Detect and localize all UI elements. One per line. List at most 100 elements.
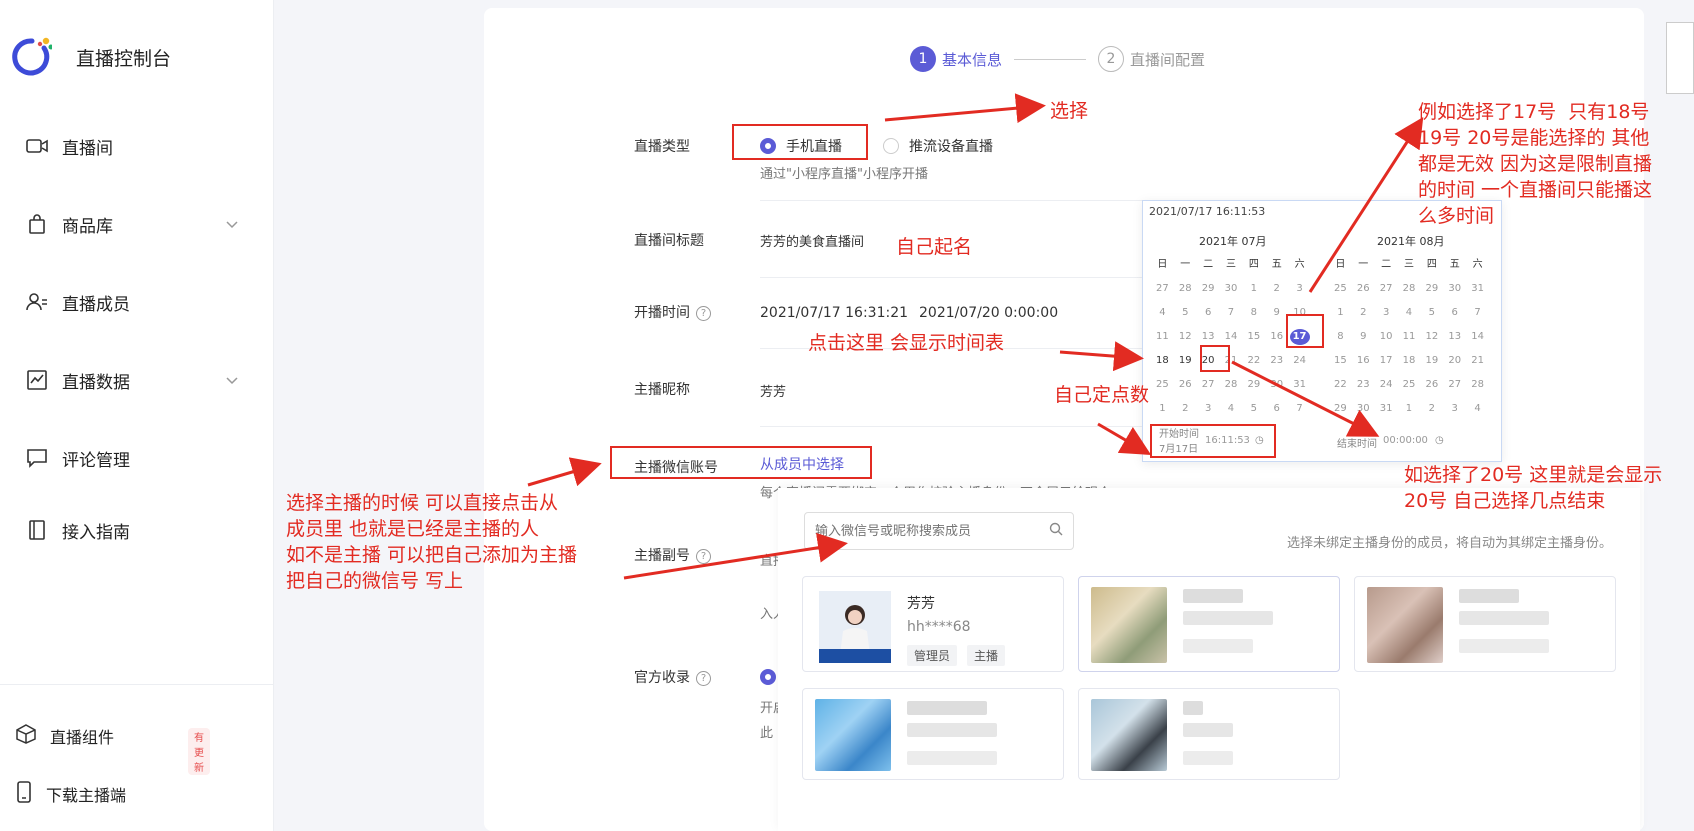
sidebar-item-members[interactable]: 直播成员 — [26, 282, 240, 322]
calendar-day[interactable]: 4 — [1151, 305, 1174, 321]
room-title-value[interactable]: 芳芳的美食直播间 — [760, 231, 864, 250]
help-icon[interactable]: ? — [696, 670, 711, 686]
calendar-day[interactable]: 26 — [1420, 377, 1443, 393]
calendar-day[interactable]: 6 — [1265, 401, 1288, 417]
calendar-day[interactable]: 27 — [1197, 377, 1220, 393]
sidebar-item-live-components[interactable]: 直播组件 有更新 — [16, 718, 210, 775]
calendar-day[interactable]: 1 — [1242, 281, 1265, 297]
calendar-day[interactable]: 24 — [1288, 353, 1311, 369]
calendar-day[interactable]: 25 — [1151, 377, 1174, 393]
anchor-nick-value[interactable]: 芳芳 — [760, 381, 786, 400]
calendar-day[interactable]: 5 — [1420, 305, 1443, 321]
calendar-day[interactable]: 18 — [1398, 353, 1421, 369]
calendar-day[interactable]: 2 — [1420, 401, 1443, 417]
calendar-day[interactable]: 3 — [1288, 281, 1311, 297]
member-card-blurred[interactable] — [1078, 576, 1340, 672]
member-card-blurred[interactable] — [1078, 688, 1340, 780]
search-icon[interactable] — [1049, 522, 1063, 540]
calendar-day[interactable]: 30 — [1443, 281, 1466, 297]
chevron-down-icon[interactable] — [224, 216, 240, 232]
calendar-day[interactable]: 19 — [1174, 353, 1197, 369]
calendar-day[interactable]: 11 — [1151, 329, 1174, 345]
calendar-day[interactable]: 6 — [1197, 305, 1220, 321]
calendar-day[interactable]: 25 — [1329, 281, 1352, 297]
calendar-day[interactable]: 2 — [1352, 305, 1375, 321]
calendar-day[interactable]: 21 — [1466, 353, 1489, 369]
member-card[interactable]: 芳芳 hh****68 管理员 主播 — [802, 576, 1064, 672]
calendar-day[interactable]: 30 — [1220, 281, 1243, 297]
calendar-day[interactable]: 5 — [1242, 401, 1265, 417]
calendar-day[interactable]: 9 — [1265, 305, 1288, 321]
calendar-day[interactable]: 2 — [1265, 281, 1288, 297]
help-icon[interactable]: ? — [696, 305, 711, 321]
calendar-day[interactable]: 27 — [1151, 281, 1174, 297]
radio-dot-selected[interactable] — [760, 669, 776, 685]
calendar-day[interactable]: 29 — [1242, 377, 1265, 393]
sidebar-item-live-room[interactable]: 直播间 — [26, 126, 240, 166]
radio-push-live[interactable]: 推流设备直播 — [883, 136, 993, 156]
calendar-day[interactable]: 3 — [1197, 401, 1220, 417]
calendar-day[interactable]: 14 — [1220, 329, 1243, 345]
calendar-day[interactable]: 15 — [1242, 329, 1265, 345]
sidebar-item-comments[interactable]: 评论管理 — [26, 438, 240, 478]
calendar-day[interactable]: 8 — [1242, 305, 1265, 321]
calendar-day[interactable]: 27 — [1375, 281, 1398, 297]
calendar-day[interactable]: 7 — [1466, 305, 1489, 321]
calendar-day[interactable]: 4 — [1220, 401, 1243, 417]
calendar-day[interactable]: 29 — [1329, 401, 1352, 417]
calendar-day[interactable]: 5 — [1174, 305, 1197, 321]
sidebar-item-live-data[interactable]: 直播数据 — [26, 360, 240, 400]
calendar-day[interactable]: 1 — [1151, 401, 1174, 417]
calendar-day[interactable]: 29 — [1197, 281, 1220, 297]
sidebar-item-guide[interactable]: 接入指南 — [26, 510, 240, 550]
calendar-day[interactable]: 9 — [1352, 329, 1375, 345]
calendar-day[interactable]: 30 — [1352, 401, 1375, 417]
calendar-day[interactable]: 31 — [1375, 401, 1398, 417]
member-search-input[interactable] — [815, 523, 1049, 539]
calendar-day[interactable]: 6 — [1443, 305, 1466, 321]
calendar-day[interactable]: 10 — [1375, 329, 1398, 345]
calendar-day[interactable]: 3 — [1375, 305, 1398, 321]
calendar-day[interactable]: 1 — [1329, 305, 1352, 321]
calendar-day[interactable]: 13 — [1443, 329, 1466, 345]
calendar-day[interactable]: 7 — [1288, 401, 1311, 417]
calendar-day[interactable]: 28 — [1398, 281, 1421, 297]
radio-dot[interactable] — [883, 138, 899, 154]
calendar-day[interactable]: 30 — [1265, 377, 1288, 393]
calendar-day[interactable]: 15 — [1329, 353, 1352, 369]
calendar-end-time[interactable]: 00:00:00 — [1383, 435, 1428, 446]
calendar-day[interactable]: 23 — [1265, 353, 1288, 369]
calendar-day[interactable]: 16 — [1352, 353, 1375, 369]
calendar-day[interactable]: 23 — [1352, 377, 1375, 393]
calendar-day[interactable]: 19 — [1420, 353, 1443, 369]
end-time-value[interactable]: 2021/07/20 0:00:00 — [919, 305, 1058, 321]
calendar-day[interactable]: 13 — [1197, 329, 1220, 345]
calendar-day[interactable]: 31 — [1466, 281, 1489, 297]
calendar-day[interactable]: 18 — [1151, 353, 1174, 369]
member-card-blurred[interactable] — [802, 688, 1064, 780]
calendar-day[interactable]: 25 — [1398, 377, 1421, 393]
calendar-day[interactable]: 29 — [1420, 281, 1443, 297]
calendar-day[interactable]: 17 — [1375, 353, 1398, 369]
sidebar-item-product-library[interactable]: 商品库 — [26, 204, 240, 244]
calendar-day[interactable]: 12 — [1174, 329, 1197, 345]
calendar-day[interactable]: 22 — [1242, 353, 1265, 369]
calendar-day[interactable]: 28 — [1220, 377, 1243, 393]
calendar-day[interactable]: 4 — [1466, 401, 1489, 417]
member-search-box[interactable] — [804, 512, 1074, 550]
calendar-day[interactable]: 28 — [1174, 281, 1197, 297]
calendar-day[interactable]: 16 — [1265, 329, 1288, 345]
calendar-day[interactable]: 27 — [1443, 377, 1466, 393]
calendar-day[interactable]: 31 — [1288, 377, 1311, 393]
calendar-day[interactable]: 22 — [1329, 377, 1352, 393]
calendar-day[interactable]: 7 — [1220, 305, 1243, 321]
calendar-day[interactable]: 12 — [1420, 329, 1443, 345]
sidebar-item-download-app[interactable]: 下载主播端 — [16, 776, 126, 812]
calendar-day[interactable]: 8 — [1329, 329, 1352, 345]
member-card-blurred[interactable] — [1354, 576, 1616, 672]
calendar-day[interactable]: 2 — [1174, 401, 1197, 417]
calendar-day[interactable]: 28 — [1466, 377, 1489, 393]
calendar-day[interactable]: 20 — [1443, 353, 1466, 369]
help-icon[interactable]: ? — [696, 548, 711, 564]
calendar-day[interactable]: 3 — [1443, 401, 1466, 417]
